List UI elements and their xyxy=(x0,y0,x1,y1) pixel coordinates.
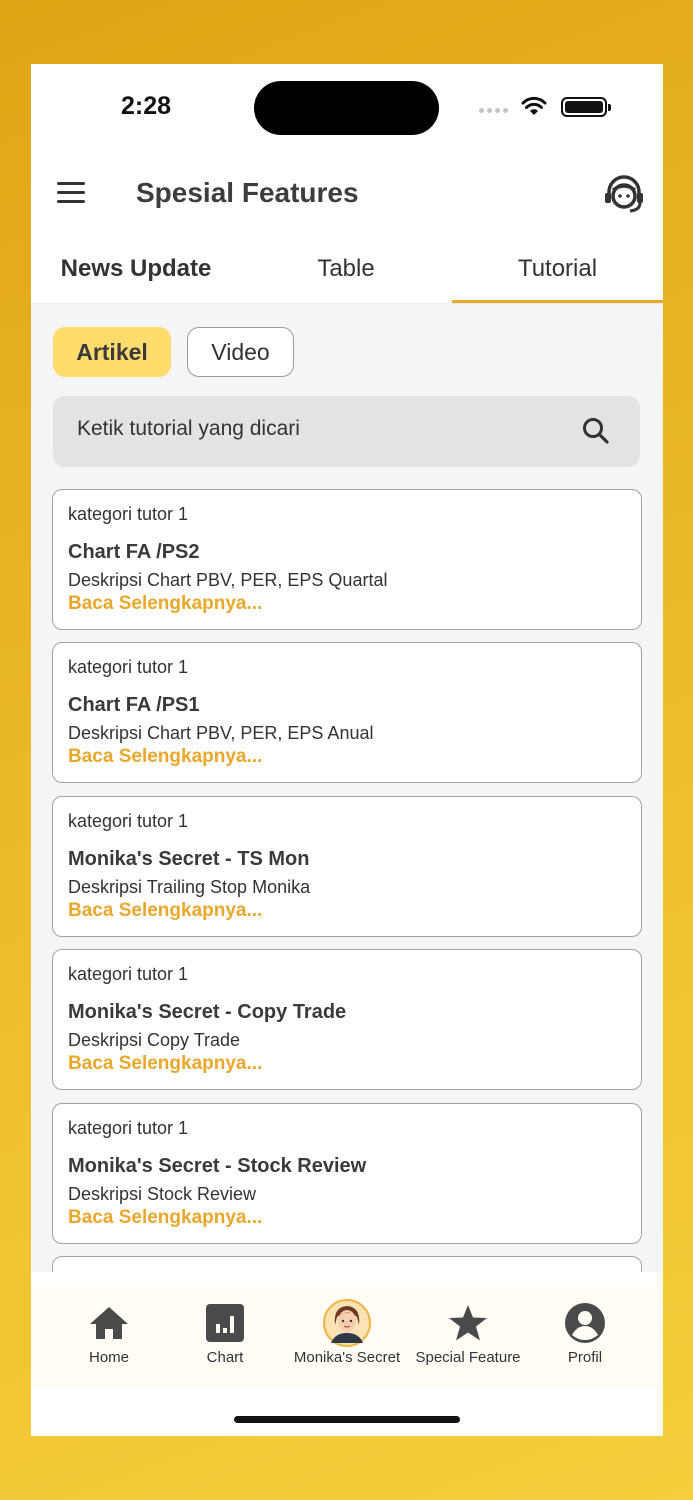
filter-chip-artikel[interactable]: Artikel xyxy=(53,327,171,377)
search-placeholder: Ketik tutorial yang dicari xyxy=(77,417,300,440)
home-indicator[interactable] xyxy=(234,1416,460,1423)
nav-chart[interactable]: Chart xyxy=(175,1287,275,1387)
tutorial-card[interactable]: kategori tutor 1 Chart FA /PS2 Deskripsi… xyxy=(52,489,642,630)
nav-home[interactable]: Home xyxy=(59,1287,159,1387)
card-title: Monika's Secret - Stock Review xyxy=(68,1155,367,1177)
tab-news-update[interactable]: News Update xyxy=(31,234,241,304)
nav-label: Profil xyxy=(567,1349,603,1366)
read-more-link[interactable]: Baca Selengkapnya... xyxy=(68,1053,262,1075)
cellular-signal-icon xyxy=(479,108,508,113)
card-description: Deskripsi Trailing Stop Monika xyxy=(68,877,311,897)
card-category: kategori tutor 1 xyxy=(68,657,189,677)
bottom-navigation: Home Chart Monika's Secret Special Featu… xyxy=(31,1287,663,1387)
nav-special-feature[interactable]: Special Feature xyxy=(413,1287,523,1387)
nav-profil[interactable]: Profil xyxy=(535,1287,635,1387)
home-icon xyxy=(90,1307,128,1339)
card-title: Monika's Secret - TS Mon xyxy=(68,848,310,870)
tab-table[interactable]: Table xyxy=(241,234,451,304)
page-title: Spesial Features xyxy=(136,177,359,208)
filter-chip-video[interactable]: Video xyxy=(187,327,294,377)
dynamic-island xyxy=(254,81,439,135)
search-input[interactable]: Ketik tutorial yang dicari xyxy=(53,396,640,467)
tutorial-content[interactable]: Artikel Video Ketik tutorial yang dicari… xyxy=(31,304,663,1272)
tutorial-card[interactable]: kategori tutor 1 Monika's Secret - Stock… xyxy=(52,1103,642,1244)
read-more-link[interactable]: Baca Selengkapnya... xyxy=(68,900,262,922)
card-title: Chart FA /PS1 xyxy=(68,694,200,716)
card-category: kategori tutor 1 xyxy=(68,964,189,984)
read-more-link[interactable]: Baca Selengkapnya... xyxy=(68,593,262,615)
card-description: Deskripsi Copy Trade xyxy=(68,1030,241,1050)
active-tab-indicator xyxy=(452,300,663,303)
nav-monikas-secret[interactable]: Monika's Secret xyxy=(287,1287,407,1387)
search-icon[interactable] xyxy=(581,416,611,446)
nav-label: Chart xyxy=(206,1349,244,1366)
star-icon xyxy=(449,1305,487,1341)
nav-label: Special Feature xyxy=(415,1349,521,1366)
customer-support-icon[interactable] xyxy=(603,174,645,214)
wifi-icon xyxy=(521,96,547,115)
status-bar: 2:28 xyxy=(31,64,663,154)
profile-icon xyxy=(565,1303,605,1343)
read-more-link[interactable]: Baca Selengkapnya... xyxy=(68,1207,262,1229)
read-more-link[interactable]: Baca Selengkapnya... xyxy=(68,746,262,768)
battery-icon xyxy=(561,97,611,117)
menu-icon[interactable] xyxy=(57,182,85,204)
tab-tutorial[interactable]: Tutorial xyxy=(452,234,663,304)
nav-label: Monika's Secret xyxy=(293,1349,401,1366)
card-category: kategori tutor 1 xyxy=(68,811,189,831)
card-category: kategori tutor 1 xyxy=(68,1118,189,1138)
tutorial-card[interactable]: kategori tutor 1 Monika's Secret - Copy … xyxy=(52,949,642,1090)
card-description: Deskripsi Chart PBV, PER, EPS Anual xyxy=(68,723,374,743)
avatar xyxy=(323,1299,371,1347)
card-description: Deskripsi Stock Review xyxy=(68,1184,257,1204)
tab-bar: News Update Table Tutorial xyxy=(31,234,663,304)
tutorial-card[interactable]: kategori tutor 1 Monika's Secret - TS Mo… xyxy=(52,796,642,937)
card-category: kategori tutor 1 xyxy=(68,504,189,524)
nav-label: Home xyxy=(88,1349,129,1366)
app-bar: Spesial Features xyxy=(31,160,663,230)
phone-screen: 2:28 Spesial Features News Update Table … xyxy=(31,64,663,1436)
status-time: 2:28 xyxy=(121,92,172,120)
card-description: Deskripsi Chart PBV, PER, EPS Quartal xyxy=(68,570,388,590)
tutorial-card-partial[interactable] xyxy=(52,1256,642,1272)
card-title: Chart FA /PS2 xyxy=(68,541,200,563)
chart-icon xyxy=(206,1304,244,1342)
card-title: Monika's Secret - Copy Trade xyxy=(68,1001,347,1023)
tutorial-card[interactable]: kategori tutor 1 Chart FA /PS1 Deskripsi… xyxy=(52,642,642,783)
